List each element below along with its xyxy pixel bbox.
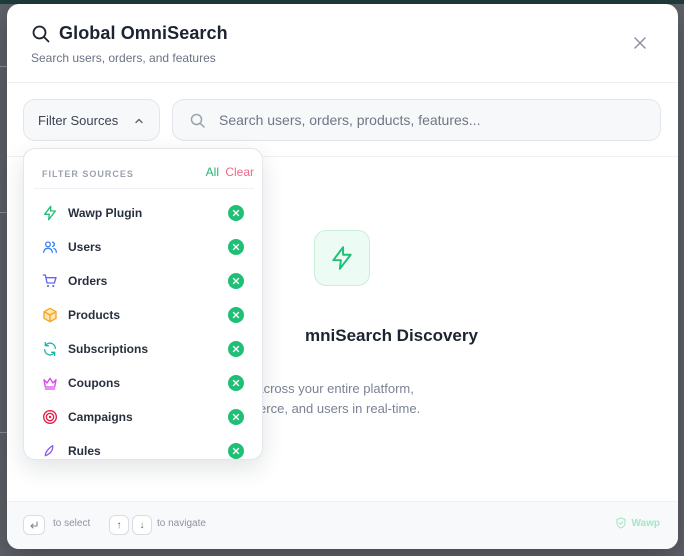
source-item-rules[interactable]: Rules <box>24 435 262 459</box>
title-row: Global OmniSearch <box>31 23 228 44</box>
modal-title: Global OmniSearch <box>59 23 228 43</box>
shield-check-icon <box>615 517 627 529</box>
empty-state-title-text: mniSearch Discovery <box>305 326 478 345</box>
source-list: Wawp Plugin Users Orders Products Subscr… <box>24 197 262 459</box>
source-item-users[interactable]: Users <box>24 231 262 265</box>
arrow-down-key: ↓ <box>132 515 152 535</box>
arrow-up-key: ↑ <box>109 515 129 535</box>
source-item-campaigns[interactable]: Campaigns <box>24 401 262 435</box>
source-item-wawp-plugin[interactable]: Wawp Plugin <box>24 197 262 231</box>
source-label: Users <box>68 240 102 254</box>
close-button[interactable] <box>632 35 648 51</box>
cart-icon <box>42 273 58 289</box>
source-item-coupons[interactable]: Coupons <box>24 367 262 401</box>
source-item-products[interactable]: Products <box>24 299 262 333</box>
source-label: Rules <box>68 444 101 458</box>
filter-sources-label: Filter Sources <box>38 112 119 128</box>
source-item-orders[interactable]: Orders <box>24 265 262 299</box>
source-label: Products <box>68 308 121 322</box>
dropdown-heading: FILTER SOURCES <box>42 169 134 179</box>
modal-subtitle: Search users, orders, and features <box>31 51 216 65</box>
refresh-icon <box>42 341 58 357</box>
close-icon <box>634 37 646 49</box>
box-icon <box>42 307 58 323</box>
navigate-hint-text: to navigate <box>157 518 206 529</box>
source-label: Orders <box>68 274 108 288</box>
filter-sources-button[interactable]: Filter Sources <box>23 99 160 141</box>
bolt-icon <box>314 230 370 286</box>
close-icon[interactable] <box>228 341 244 357</box>
brand-name: Wawp <box>631 517 660 529</box>
dropdown-header: FILTER SOURCES All Clear <box>34 159 254 189</box>
rocket-icon <box>42 443 58 459</box>
enter-icon <box>29 520 39 530</box>
source-item-subscriptions[interactable]: Subscriptions <box>24 333 262 367</box>
source-label: Campaigns <box>68 410 133 424</box>
modal-footer: to select ↑ ↓ to navigate Wawp <box>7 501 678 549</box>
bolt-icon <box>42 205 58 221</box>
modal-header: Global OmniSearch Search users, orders, … <box>7 4 678 83</box>
close-icon[interactable] <box>228 409 244 425</box>
search-input[interactable] <box>219 102 643 138</box>
select-hint-text: to select <box>53 518 91 529</box>
crown-icon <box>42 375 58 391</box>
close-icon[interactable] <box>228 205 244 221</box>
search-toolbar: Filter Sources <box>7 84 678 157</box>
search-icon <box>31 24 51 44</box>
close-icon[interactable] <box>228 443 244 459</box>
target-icon <box>42 409 58 425</box>
source-label: Wawp Plugin <box>68 206 143 220</box>
search-box <box>172 99 661 141</box>
clear-button[interactable]: Clear <box>225 165 254 179</box>
select-all-button[interactable]: All <box>206 165 219 179</box>
source-label: Coupons <box>68 376 120 390</box>
search-icon <box>189 112 207 130</box>
source-label: Subscriptions <box>68 342 149 356</box>
close-icon[interactable] <box>228 239 244 255</box>
close-icon[interactable] <box>228 375 244 391</box>
close-icon[interactable] <box>228 273 244 289</box>
chevron-up-icon <box>133 115 145 127</box>
close-icon[interactable] <box>228 307 244 323</box>
enter-key-hint <box>23 515 45 535</box>
users-icon <box>42 239 58 255</box>
filter-sources-dropdown: FILTER SOURCES All Clear Wawp Plugin Use… <box>23 148 263 460</box>
brand-badge: Wawp <box>615 517 660 529</box>
